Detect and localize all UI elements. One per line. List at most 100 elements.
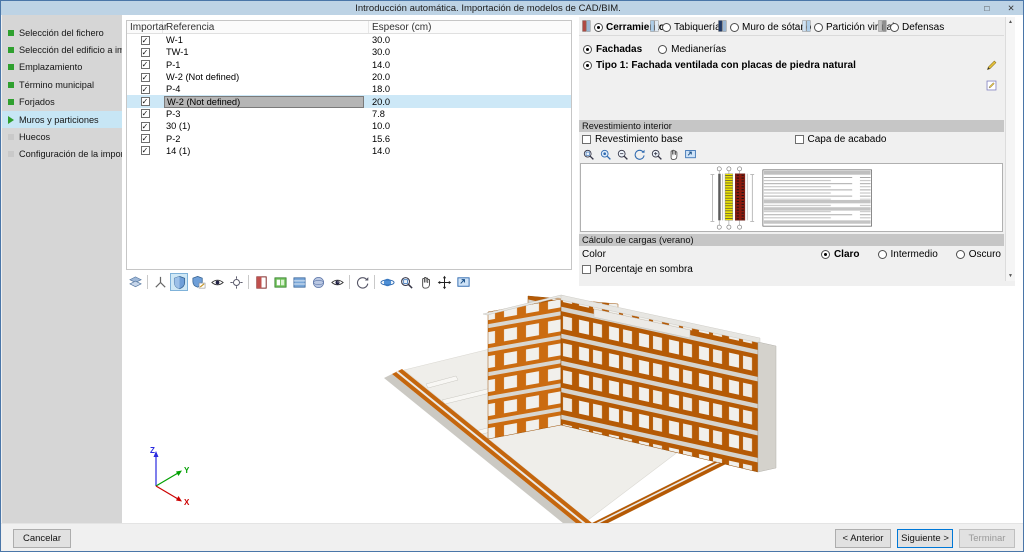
panel-scrollbar[interactable]: ▲ ▼	[1005, 17, 1015, 281]
radio-icon	[662, 23, 671, 32]
rotate-icon[interactable]	[353, 273, 371, 291]
sphere-icon[interactable]	[309, 273, 327, 291]
table-row[interactable]: ✓14 (1)14.0	[127, 145, 571, 157]
close-icon[interactable]: ✕	[999, 2, 1023, 15]
footer-bar: Cancelar < Anterior Siguiente > Terminar	[1, 523, 1023, 551]
import-checkbox[interactable]: ✓	[141, 60, 150, 69]
color-option[interactable]: Claro	[821, 249, 860, 260]
fit-screen-icon[interactable]	[454, 273, 472, 291]
import-checkbox[interactable]: ✓	[141, 109, 150, 118]
sidebar-item-label: Configuración de la importación	[19, 149, 122, 159]
zoom-window-icon[interactable]	[581, 147, 596, 162]
table-row[interactable]: ✓P-215.6	[127, 132, 571, 144]
tipo-option[interactable]: Tipo 1: Fachada ventilada con placas de …	[583, 60, 856, 71]
referencia-cell: W-2 (Not defined)	[164, 96, 364, 108]
scroll-up-icon[interactable]: ▲	[1008, 19, 1013, 25]
eye-icon[interactable]	[208, 273, 226, 291]
radio-icon	[583, 45, 592, 54]
sidebar-item[interactable]: Muros y particiones	[2, 111, 122, 128]
wall-type-tab[interactable]: Muro de sótano	[718, 20, 812, 35]
sidebar-item[interactable]: Término municipal	[2, 76, 122, 93]
table-row[interactable]: ✓30 (1)10.0	[127, 120, 571, 132]
color-label: Color	[582, 249, 606, 260]
capa-acabado-checkbox[interactable]: Capa de acabado	[792, 134, 1005, 145]
referencia-cell: W-2 (Not defined)	[166, 72, 239, 82]
table-row[interactable]: ✓W-2 (Not defined)20.0	[127, 71, 571, 83]
orbit-blue-icon[interactable]	[378, 273, 396, 291]
import-checkbox[interactable]: ✓	[141, 36, 150, 45]
porcentaje-sombra-checkbox[interactable]: Porcentaje en sombra	[582, 264, 693, 275]
radio-icon	[730, 23, 739, 32]
wall-table-body: ✓W-130.0✓TW-130.0✓P-114.0✓W-2 (Not defin…	[127, 34, 571, 157]
orbit-icon[interactable]	[227, 273, 245, 291]
column-header[interactable]: Importar	[127, 21, 163, 33]
table-row[interactable]: ✓TW-130.0	[127, 46, 571, 58]
radio-icon	[878, 250, 887, 259]
sidebar-item[interactable]: Emplazamiento	[2, 59, 122, 76]
wall-type-tab[interactable]: Tabiquería	[650, 20, 721, 35]
shield-view-icon[interactable]	[170, 273, 188, 291]
visibility-icon[interactable]	[328, 273, 346, 291]
slab-blue-icon[interactable]	[290, 273, 308, 291]
zoom-out-icon[interactable]	[615, 147, 630, 162]
import-checkbox[interactable]: ✓	[141, 85, 150, 94]
radio-icon	[583, 61, 592, 70]
cancel-button[interactable]: Cancelar	[13, 529, 71, 548]
maximize-icon[interactable]: □	[975, 2, 999, 15]
import-checkbox[interactable]: ✓	[141, 122, 150, 131]
table-row[interactable]: ✓P-37.8	[127, 108, 571, 120]
axes-icon[interactable]	[151, 273, 169, 291]
zoom-window-icon[interactable]	[397, 273, 415, 291]
scroll-down-icon[interactable]: ▼	[1008, 273, 1013, 279]
cargas-section-header: Cálculo de cargas (verano)	[579, 234, 1004, 246]
next-button[interactable]: Siguiente >	[897, 529, 953, 548]
wall-type-tab[interactable]: Defensas	[878, 20, 944, 35]
checkbox-icon	[795, 135, 804, 144]
sidebar-item-label: Emplazamiento	[19, 62, 82, 72]
fit-view-icon[interactable]	[683, 147, 698, 162]
sidebar-item[interactable]: Forjados	[2, 94, 122, 111]
table-row[interactable]: ✓W-2 (Not defined)20.0	[127, 95, 571, 107]
table-row[interactable]: ✓P-114.0	[127, 59, 571, 71]
pencil-icon[interactable]	[984, 58, 999, 73]
redraw-icon[interactable]	[632, 147, 647, 162]
color-option[interactable]: Oscuro	[956, 249, 1001, 260]
step-pending-icon	[8, 134, 14, 140]
import-checkbox[interactable]: ✓	[141, 97, 150, 106]
revestimiento-base-checkbox[interactable]: Revestimiento base	[579, 134, 792, 145]
view-toolbar	[126, 272, 572, 292]
import-checkbox[interactable]: ✓	[141, 48, 150, 57]
fachadas-option[interactable]: Medianerías	[658, 44, 726, 55]
table-row[interactable]: ✓W-130.0	[127, 34, 571, 46]
model-viewport[interactable]: Z Y X	[126, 292, 1015, 523]
tipo-label: Tipo 1: Fachada ventilada con placas de …	[596, 60, 856, 71]
zoom-extents-icon[interactable]	[598, 147, 613, 162]
sidebar-item[interactable]: Selección del edificio a importar	[2, 41, 122, 58]
import-checkbox[interactable]: ✓	[141, 73, 150, 82]
color-option[interactable]: Intermedio	[878, 249, 938, 260]
previous-button[interactable]: < Anterior	[835, 529, 891, 548]
fachadas-options: Fachadas Medianerías	[583, 44, 726, 55]
shield-edit-icon[interactable]	[189, 273, 207, 291]
finish-button[interactable]: Terminar	[959, 529, 1015, 548]
door-red-icon[interactable]	[252, 273, 270, 291]
edit-sheet-icon[interactable]	[984, 78, 999, 93]
radio-icon	[658, 45, 667, 54]
pan-hand-icon[interactable]	[666, 147, 681, 162]
layers-icon[interactable]	[126, 273, 144, 291]
sidebar-item[interactable]: Huecos	[2, 128, 122, 145]
import-checkbox[interactable]: ✓	[141, 134, 150, 143]
table-row[interactable]: ✓P-418.0	[127, 83, 571, 95]
column-header[interactable]: Espesor (cm)	[369, 21, 571, 33]
zoom-in-icon[interactable]	[649, 147, 664, 162]
espesor-cell: 14.0	[369, 146, 571, 156]
sidebar-item[interactable]: Selección del fichero	[2, 24, 122, 41]
window-green-icon[interactable]	[271, 273, 289, 291]
column-header[interactable]: Referencia	[163, 21, 369, 33]
building-3d-model	[126, 292, 1015, 523]
move-icon[interactable]	[435, 273, 453, 291]
fachadas-option[interactable]: Fachadas	[583, 44, 642, 55]
pan-hand-icon[interactable]	[416, 273, 434, 291]
sidebar-item[interactable]: Configuración de la importación	[2, 146, 122, 163]
import-checkbox[interactable]: ✓	[141, 146, 150, 155]
